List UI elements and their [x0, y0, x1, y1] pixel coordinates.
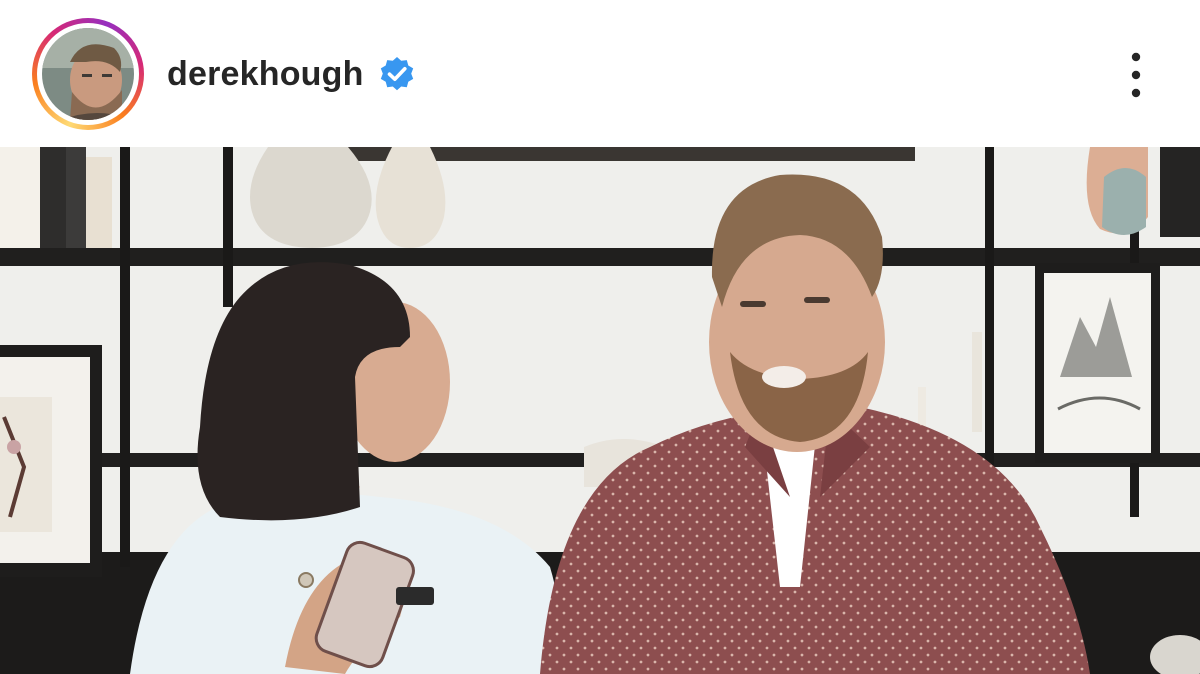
story-ring[interactable] — [32, 18, 144, 130]
post-media[interactable] — [0, 147, 1200, 674]
candle — [972, 332, 982, 432]
framed-picture-right — [1035, 263, 1160, 463]
username[interactable]: derekhough — [167, 54, 364, 94]
more-options-icon[interactable] — [1116, 48, 1156, 102]
framed-picture-left — [0, 345, 102, 577]
books — [0, 147, 112, 248]
post-header: derekhough — [0, 0, 1200, 147]
avatar-photo — [42, 28, 134, 120]
avatar[interactable] — [42, 28, 134, 120]
video-frame — [0, 147, 1200, 674]
verified-badge-icon — [380, 57, 414, 91]
